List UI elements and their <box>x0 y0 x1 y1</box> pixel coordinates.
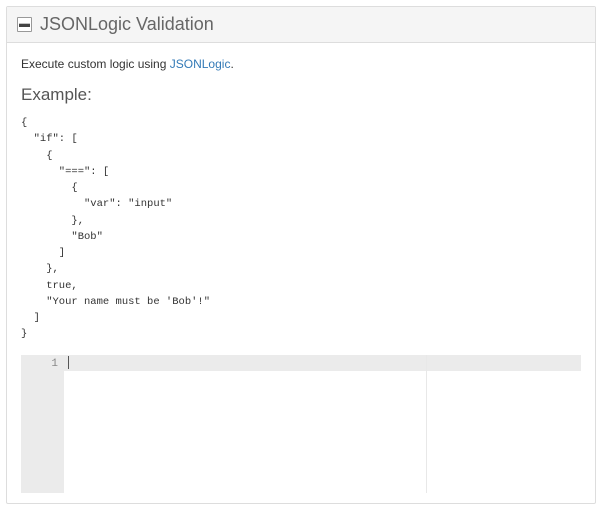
intro-suffix: . <box>230 57 233 71</box>
jsonlogic-panel: ▬ JSONLogic Validation Execute custom lo… <box>6 6 596 504</box>
collapse-toggle-icon[interactable]: ▬ <box>17 17 32 32</box>
example-code: { "if": [ { "===": [ { "var": "input" },… <box>21 115 581 343</box>
editor-code-area[interactable] <box>64 355 581 493</box>
editor-split-line <box>426 355 427 493</box>
editor-gutter: 1 <box>21 355 64 493</box>
code-editor[interactable]: 1 <box>21 355 581 493</box>
example-label: Example: <box>21 85 581 105</box>
jsonlogic-link[interactable]: JSONLogic <box>170 57 231 71</box>
editor-cursor <box>68 356 69 369</box>
panel-title: JSONLogic Validation <box>40 14 214 35</box>
panel-header: ▬ JSONLogic Validation <box>7 7 595 43</box>
intro-prefix: Execute custom logic using <box>21 57 170 71</box>
line-number: 1 <box>21 356 58 372</box>
active-line-highlight <box>64 355 581 371</box>
panel-body: Execute custom logic using JSONLogic. Ex… <box>7 43 595 503</box>
intro-text: Execute custom logic using JSONLogic. <box>21 57 581 71</box>
